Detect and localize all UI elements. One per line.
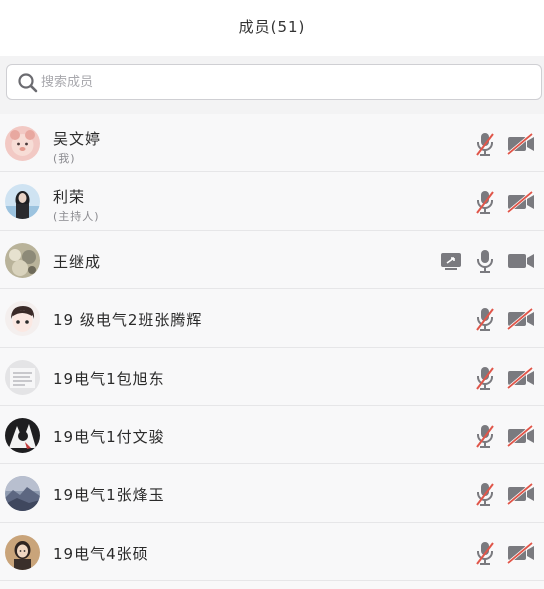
member-row[interactable]: 19电气1张烽玉 — [0, 464, 544, 523]
camera-off-icon[interactable] — [506, 540, 536, 566]
member-role: (我) — [53, 152, 76, 165]
avatar — [5, 359, 40, 395]
avatar — [5, 301, 40, 337]
member-name: 利荣 — [53, 188, 86, 207]
member-row[interactable]: 19电气1包旭东 — [0, 347, 544, 406]
member-list: 吴文婷 (我) 利荣 (主持人) 王继成 19 级电气2班张腾辉 19电气1包旭… — [0, 114, 544, 589]
page-title: 成员(51) — [238, 18, 306, 36]
member-name: 19电气4张硕 — [53, 544, 149, 563]
member-name: 19电气1付文骏 — [53, 427, 165, 446]
camera-off-icon[interactable] — [506, 423, 536, 449]
member-name: 19电气1张烽玉 — [53, 486, 165, 505]
search-input[interactable] — [41, 69, 521, 95]
avatar — [5, 126, 40, 161]
camera-off-icon[interactable] — [506, 306, 536, 332]
camera-off-icon[interactable] — [506, 481, 536, 507]
member-row[interactable]: 吴文婷 (我) — [0, 114, 544, 173]
member-name: 吴文婷 — [53, 130, 102, 148]
avatar — [5, 242, 40, 278]
avatar — [5, 476, 40, 512]
camera-off-icon[interactable] — [506, 189, 536, 215]
mic-icon[interactable] — [474, 248, 496, 274]
header: 成员(51) — [0, 0, 544, 56]
camera-off-icon[interactable] — [506, 131, 536, 157]
search-bar-container — [0, 56, 544, 114]
mic-muted-icon[interactable] — [474, 540, 496, 566]
member-row[interactable]: 19电气4张硕 — [0, 522, 544, 582]
member-name: 19电气1包旭东 — [53, 369, 165, 388]
avatar — [5, 417, 40, 453]
mic-muted-icon[interactable] — [474, 189, 496, 215]
member-row[interactable]: 19 级电气2班张腾辉 — [0, 289, 544, 348]
member-role: (主持人) — [53, 210, 100, 224]
mic-muted-icon[interactable] — [474, 306, 496, 332]
screen-share-icon[interactable] — [440, 248, 462, 274]
mic-muted-icon[interactable] — [474, 365, 496, 391]
member-row[interactable]: 王继成 — [0, 230, 544, 290]
member-name: 王继成 — [53, 252, 102, 271]
mic-muted-icon[interactable] — [474, 423, 496, 449]
mic-muted-icon[interactable] — [474, 481, 496, 507]
camera-off-icon[interactable] — [506, 365, 536, 391]
camera-icon[interactable] — [506, 248, 536, 274]
member-name: 19 级电气2班张腾辉 — [53, 311, 203, 330]
search-icon — [17, 72, 39, 94]
avatar — [5, 534, 40, 570]
mic-muted-icon[interactable] — [474, 131, 496, 157]
avatar — [5, 184, 40, 220]
member-row[interactable]: 利荣 (主持人) — [0, 172, 544, 231]
search-box[interactable] — [6, 64, 542, 100]
member-row[interactable]: 19电气1付文骏 — [0, 405, 544, 465]
